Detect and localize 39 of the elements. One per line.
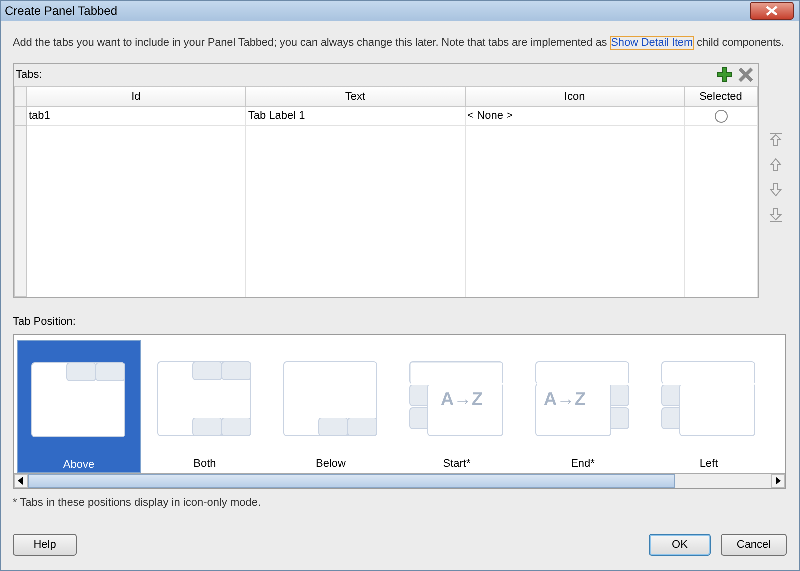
show-detail-item-link[interactable]: Show Detail Item [610,36,694,50]
tab-position-option[interactable]: A→Z Start* [395,340,519,473]
add-icon[interactable] [717,67,733,83]
table-cell: Tab Label 1 [246,106,466,126]
close-icon [766,6,778,16]
cancel-button[interactable]: Cancel [721,534,787,556]
horizontal-scrollbar[interactable] [14,473,785,488]
tab-position-option[interactable]: Both [143,340,267,473]
tab-position-option[interactable]: A→Z End* [521,340,645,473]
tabs-label: Tabs: [16,69,42,81]
tab-position-option[interactable]: Left [647,340,771,473]
tab-position-label: Tab Position: [13,316,77,328]
move-bottom-icon[interactable] [768,207,784,223]
scroll-thumb[interactable] [28,474,675,488]
column-header: Selected [684,86,758,106]
help-button[interactable]: Help [13,534,77,556]
tab-position-option[interactable]: Below [269,340,393,473]
scroll-right-button[interactable] [771,474,785,488]
column-header: Id [26,86,246,106]
delete-icon[interactable] [738,67,754,83]
close-button[interactable] [750,2,794,20]
left-triangle-icon [18,477,24,485]
move-up-icon[interactable] [768,157,784,173]
scroll-left-button[interactable] [14,474,28,488]
right-triangle-icon [775,477,781,485]
move-down-icon[interactable] [768,182,784,198]
column-header: Text [246,86,466,106]
instruction-text: Add the tabs you want to include in your Panel Tabbed; you can always change this later. Note that tabs are implemented as Show Detail Item child components. [13,36,784,51]
tab-position-option[interactable]: Above [17,340,141,473]
window-title: Create Panel Tabbed [5,4,119,18]
column-header: Icon [465,86,684,106]
table-cell: tab1 [26,106,246,126]
move-top-icon[interactable] [768,132,784,148]
preview-text: A→Z [544,388,586,410]
table-cell: < None > [465,106,684,126]
radio-button[interactable] [714,110,728,122]
ok-button[interactable]: OK [649,534,711,556]
footnote-text: * Tabs in these positions display in icon-only mode. [13,497,262,509]
preview-text: A→Z [441,388,483,410]
